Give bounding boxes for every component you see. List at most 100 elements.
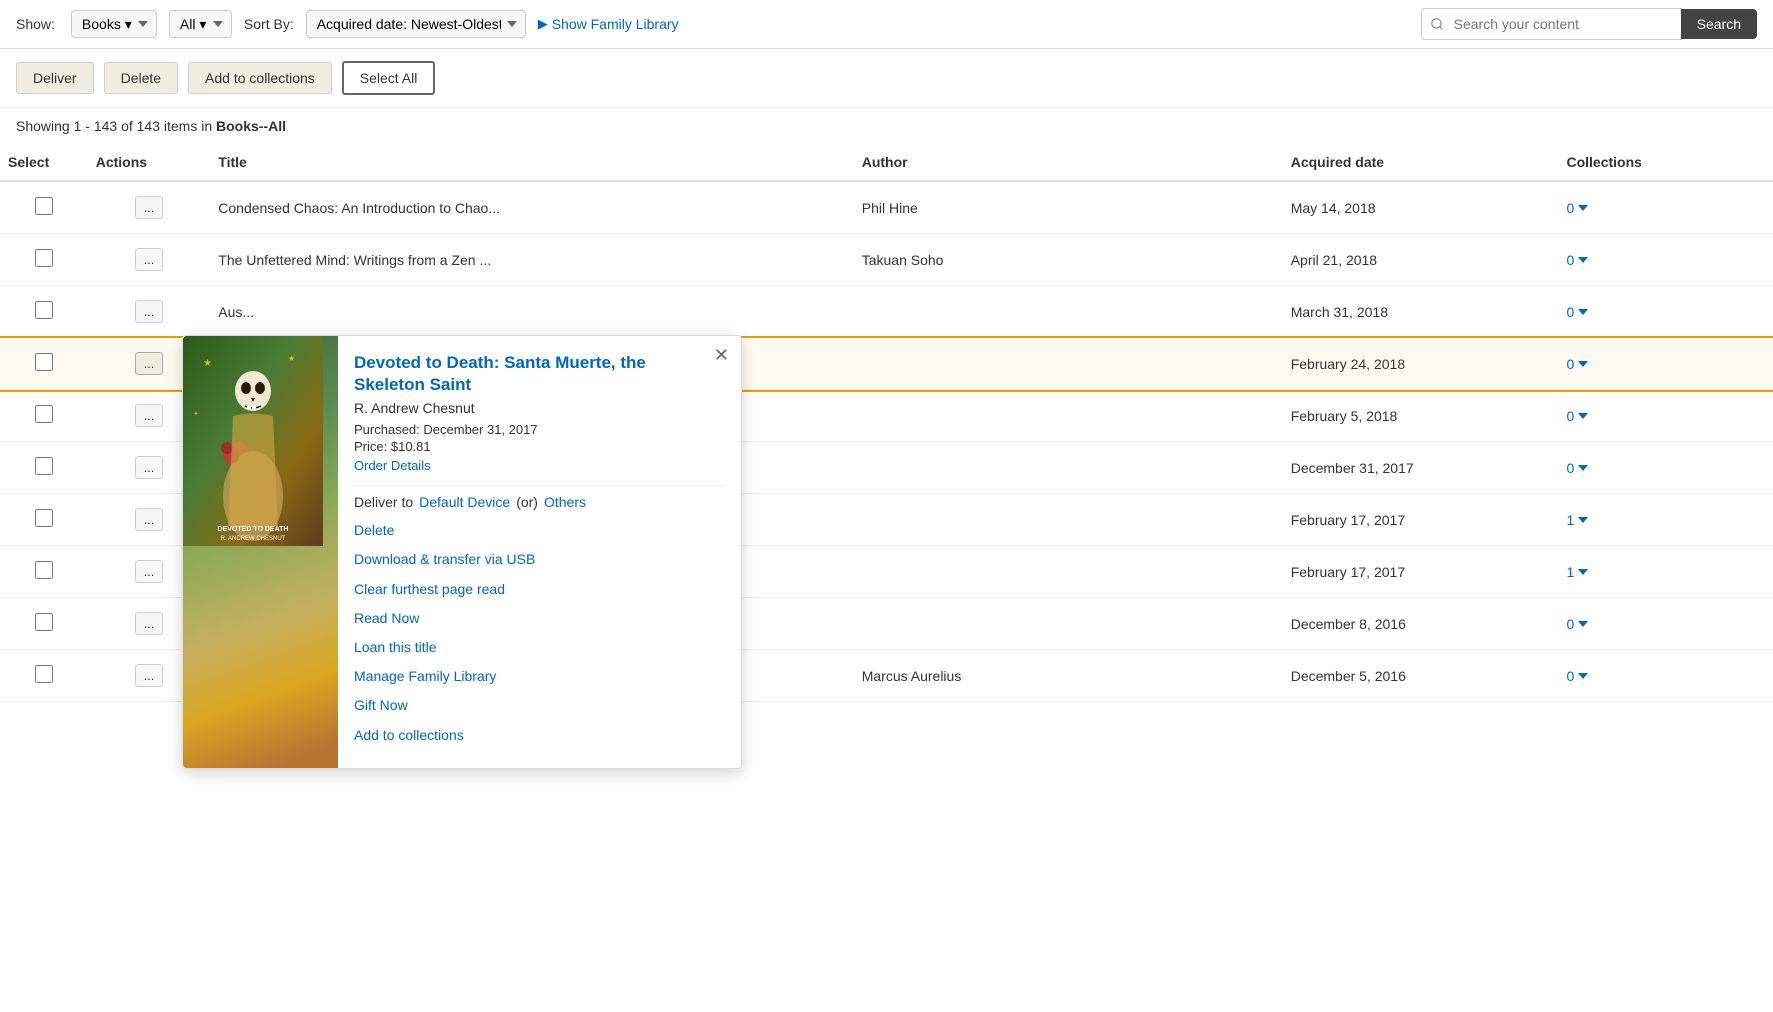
collections-value: 0 <box>1566 200 1574 216</box>
search-input[interactable] <box>1421 8 1681 40</box>
add-collections-popup-link[interactable]: Add to collections <box>354 723 725 748</box>
row-checkbox[interactable] <box>35 457 53 475</box>
row-checkbox[interactable] <box>35 665 53 683</box>
table-header-row: Select Actions Title Author Acquired dat… <box>0 144 1773 181</box>
row-author <box>854 598 1283 650</box>
popup-card: ★ ★ ✦ DEVOTED TO DEATH R. ANDREW CHESNUT… <box>182 335 742 769</box>
sort-label: Sort By: <box>244 16 294 32</box>
row-date: March 31, 2018 <box>1283 286 1559 338</box>
actions-button[interactable]: ... <box>135 560 164 583</box>
row-collections[interactable]: 1 <box>1558 494 1773 546</box>
row-checkbox[interactable] <box>35 561 53 579</box>
top-bar: Show: Books ▾ All ▾ Sort By: Acquired da… <box>0 0 1773 49</box>
chevron-down-icon <box>1578 517 1588 523</box>
download-link[interactable]: Download & transfer via USB <box>354 547 725 572</box>
chevron-down-icon <box>1578 257 1588 263</box>
read-now-link[interactable]: Read Now <box>354 606 725 631</box>
table-row: ...The Unfettered Mind: Writings from a … <box>0 234 1773 286</box>
row-checkbox[interactable] <box>35 197 53 215</box>
row-author <box>854 390 1283 442</box>
add-collections-button[interactable]: Add to collections <box>188 62 332 94</box>
row-collections[interactable]: 0 <box>1558 234 1773 286</box>
svg-text:R. ANDREW CHESNUT: R. ANDREW CHESNUT <box>221 536 286 542</box>
row-date: December 5, 2016 <box>1283 650 1559 702</box>
row-checkbox[interactable] <box>35 405 53 423</box>
row-collections[interactable]: 0 <box>1558 286 1773 338</box>
collections-value: 0 <box>1566 356 1574 372</box>
row-checkbox[interactable] <box>35 353 53 371</box>
chevron-down-icon <box>1578 621 1588 627</box>
row-date: February 5, 2018 <box>1283 390 1559 442</box>
row-author <box>854 286 1283 338</box>
chevron-down-icon <box>1578 413 1588 419</box>
actions-button[interactable]: ... <box>135 612 164 635</box>
search-button[interactable]: Search <box>1681 9 1757 39</box>
collections-value: 0 <box>1566 616 1574 632</box>
actions-button[interactable]: ... <box>135 404 164 427</box>
col-header-actions: Actions <box>88 144 211 181</box>
actions-button[interactable]: ... <box>135 300 164 323</box>
actions-button[interactable]: ... <box>135 352 164 375</box>
select-all-button[interactable]: Select All <box>342 61 436 95</box>
deliver-button[interactable]: Deliver <box>16 62 94 94</box>
actions-button[interactable]: ... <box>135 664 164 687</box>
row-collections[interactable]: 0 <box>1558 181 1773 234</box>
svg-text:★: ★ <box>288 354 295 363</box>
row-author <box>854 494 1283 546</box>
row-collections[interactable]: 0 <box>1558 650 1773 702</box>
default-device-link[interactable]: Default Device <box>419 494 510 510</box>
book-cover: ★ ★ ✦ DEVOTED TO DEATH R. ANDREW CHESNUT <box>183 336 338 768</box>
row-date: February 17, 2017 <box>1283 546 1559 598</box>
row-collections[interactable]: 0 <box>1558 442 1773 494</box>
row-author <box>854 442 1283 494</box>
collections-value: 0 <box>1566 460 1574 476</box>
sort-select[interactable]: Acquired date: Newest-Oldest ▾ <box>306 10 526 38</box>
collections-value: 0 <box>1566 304 1574 320</box>
row-author: Phil Hine <box>854 181 1283 234</box>
row-date: February 17, 2017 <box>1283 494 1559 546</box>
show-select[interactable]: Books ▾ <box>71 10 157 38</box>
popup-author: R. Andrew Chesnut <box>354 400 725 416</box>
action-bar: Deliver Delete Add to collections Select… <box>0 49 1773 108</box>
col-header-date: Acquired date <box>1283 144 1559 181</box>
loan-link[interactable]: Loan this title <box>354 635 725 660</box>
filter-select[interactable]: All ▾ <box>169 10 232 38</box>
delete-button[interactable]: Delete <box>104 62 178 94</box>
row-checkbox[interactable] <box>35 249 53 267</box>
delete-link[interactable]: Delete <box>354 518 725 543</box>
col-header-collections: Collections <box>1558 144 1773 181</box>
others-link[interactable]: Others <box>544 494 586 510</box>
row-collections[interactable]: 0 <box>1558 390 1773 442</box>
row-title: Condensed Chaos: An Introduction to Chao… <box>210 181 853 234</box>
actions-button[interactable]: ... <box>135 456 164 479</box>
collections-value: 0 <box>1566 408 1574 424</box>
row-title: Aus... <box>210 286 853 338</box>
row-checkbox[interactable] <box>35 613 53 631</box>
gift-now-link[interactable]: Gift Now <box>354 693 725 718</box>
chevron-down-icon <box>1578 673 1588 679</box>
row-author: Takuan Soho <box>854 234 1283 286</box>
row-collections[interactable]: 0 <box>1558 598 1773 650</box>
order-details-link[interactable]: Order Details <box>354 458 725 473</box>
actions-button[interactable]: ... <box>135 508 164 531</box>
popup-close-button[interactable]: ✕ <box>714 346 729 364</box>
actions-button[interactable]: ... <box>135 196 164 219</box>
row-checkbox[interactable] <box>35 301 53 319</box>
chevron-down-icon <box>1578 569 1588 575</box>
collections-value: 1 <box>1566 512 1574 528</box>
search-area: Search <box>1421 8 1757 40</box>
actions-button[interactable]: ... <box>135 248 164 271</box>
row-author <box>854 338 1283 390</box>
row-collections[interactable]: 0 <box>1558 338 1773 390</box>
show-family-link[interactable]: Show Family Library <box>552 16 679 32</box>
chevron-down-icon <box>1578 205 1588 211</box>
manage-family-link[interactable]: Manage Family Library <box>354 664 725 689</box>
table-row: ... Condensed Chaos: An Introduction to C… <box>0 181 1773 234</box>
col-header-author: Author <box>854 144 1283 181</box>
row-checkbox[interactable] <box>35 509 53 527</box>
clear-link[interactable]: Clear furthest page read <box>354 577 725 602</box>
popup-deliver-row: Deliver to Default Device (or) Others <box>354 494 725 510</box>
row-collections[interactable]: 1 <box>1558 546 1773 598</box>
svg-text:DEVOTED TO DEATH: DEVOTED TO DEATH <box>218 526 289 533</box>
svg-text:★: ★ <box>203 358 212 369</box>
